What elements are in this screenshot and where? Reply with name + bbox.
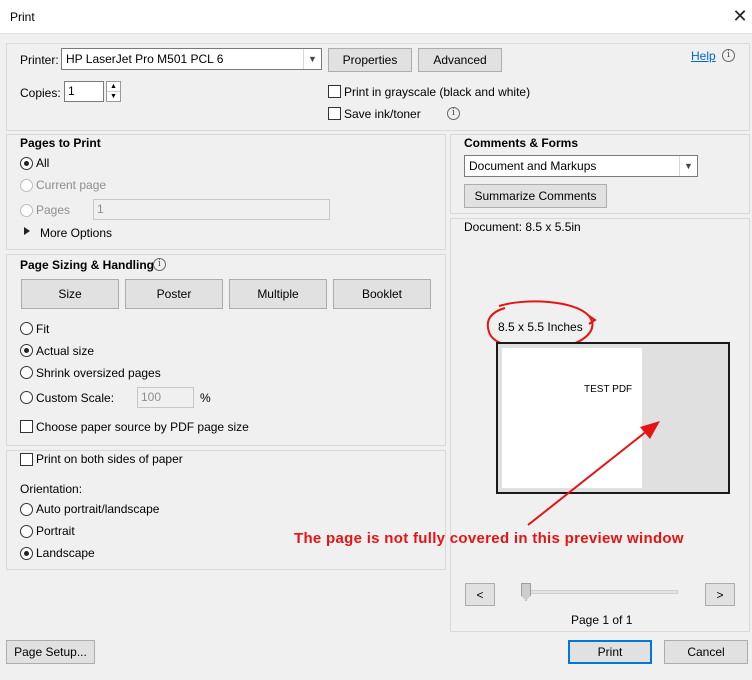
print-button[interactable]: Print (568, 640, 652, 664)
window-title: Print (10, 10, 35, 24)
landscape-label: Landscape (36, 546, 95, 560)
annotation-text: The page is not fully covered in this pr… (294, 530, 684, 547)
comments-forms-select[interactable]: Document and Markups ▼ (464, 155, 698, 177)
printer-select[interactable]: HP LaserJet Pro M501 PCL 6 ▼ (61, 48, 322, 70)
help-info-icon[interactable]: i (722, 49, 735, 62)
printer-label: Printer: (20, 53, 59, 67)
shrink-radio[interactable] (20, 366, 33, 379)
all-pages-label: All (36, 156, 50, 170)
title-bar: Print ✕ (0, 0, 752, 34)
save-ink-label: Save ink/toner (344, 107, 421, 121)
page-sizing-heading: Page Sizing & Handling (20, 258, 155, 272)
auto-orientation-radio[interactable] (20, 503, 33, 516)
page-setup-button[interactable]: Page Setup... (6, 640, 95, 664)
fit-label: Fit (36, 322, 50, 336)
copies-stepper[interactable]: ▲ ▼ (106, 81, 121, 102)
portrait-label: Portrait (36, 524, 75, 538)
page-sizing-info-icon[interactable]: i (153, 258, 166, 271)
pages-to-print-heading: Pages to Print (20, 136, 101, 150)
advanced-button[interactable]: Advanced (418, 48, 502, 72)
booklet-tab-button[interactable]: Booklet (333, 279, 431, 309)
next-page-button[interactable]: > (705, 583, 735, 606)
copies-label: Copies: (20, 86, 61, 100)
close-icon[interactable]: ✕ (730, 5, 750, 27)
portrait-radio[interactable] (20, 525, 33, 538)
copies-input[interactable]: 1 (64, 81, 104, 102)
paper-source-checkbox[interactable] (20, 420, 33, 433)
preview-page-text: TEST PDF (584, 384, 633, 395)
more-options-toggle[interactable]: More Options (40, 226, 112, 240)
orientation-label: Orientation: (20, 482, 83, 496)
custom-scale-input[interactable]: 100 (137, 387, 194, 408)
both-sides-checkbox[interactable] (20, 453, 33, 466)
fit-radio[interactable] (20, 322, 33, 335)
page-indicator: Page 1 of 1 (571, 613, 633, 627)
paper-source-label: Choose paper source by PDF page size (36, 420, 249, 434)
prev-page-button[interactable]: < (465, 583, 495, 606)
help-link[interactable]: Help (691, 49, 716, 63)
stepper-down-icon[interactable]: ▼ (107, 92, 120, 101)
shrink-label: Shrink oversized pages (36, 366, 161, 380)
percent-label: % (200, 391, 211, 405)
printer-selected-value: HP LaserJet Pro M501 PCL 6 (66, 52, 224, 66)
save-ink-checkbox[interactable] (328, 107, 341, 120)
preview-slider-track[interactable] (522, 590, 678, 594)
document-size-label: Document: 8.5 x 5.5in (464, 220, 581, 234)
triangle-right-icon[interactable] (24, 227, 30, 235)
current-page-radio[interactable] (20, 179, 33, 192)
stepper-up-icon[interactable]: ▲ (107, 82, 120, 92)
current-page-label: Current page (36, 178, 107, 192)
chevron-down-icon: ▼ (303, 49, 321, 69)
custom-scale-label: Custom Scale: (36, 391, 115, 405)
custom-scale-radio[interactable] (20, 391, 33, 404)
cancel-button[interactable]: Cancel (664, 640, 748, 664)
pages-range-radio[interactable] (20, 204, 33, 217)
annotation-arrow (527, 421, 660, 526)
grayscale-checkbox[interactable] (328, 85, 341, 98)
landscape-radio[interactable] (20, 547, 33, 560)
actual-size-radio[interactable] (20, 344, 33, 357)
both-sides-label: Print on both sides of paper (36, 452, 183, 466)
grayscale-label: Print in grayscale (black and white) (344, 85, 531, 99)
summarize-comments-button[interactable]: Summarize Comments (464, 184, 607, 208)
actual-size-label: Actual size (36, 344, 95, 358)
poster-tab-button[interactable]: Poster (125, 279, 223, 309)
properties-button[interactable]: Properties (328, 48, 412, 72)
comments-forms-selected-value: Document and Markups (469, 159, 597, 173)
size-tab-button[interactable]: Size (21, 279, 119, 309)
auto-orientation-label: Auto portrait/landscape (36, 502, 160, 516)
pages-range-input[interactable]: 1 (93, 199, 330, 220)
save-ink-info-icon[interactable]: i (447, 107, 460, 120)
all-pages-radio[interactable] (20, 157, 33, 170)
multiple-tab-button[interactable]: Multiple (229, 279, 327, 309)
comments-forms-heading: Comments & Forms (464, 136, 579, 150)
chevron-down-icon: ▼ (679, 156, 697, 176)
pages-range-label: Pages (36, 203, 71, 217)
